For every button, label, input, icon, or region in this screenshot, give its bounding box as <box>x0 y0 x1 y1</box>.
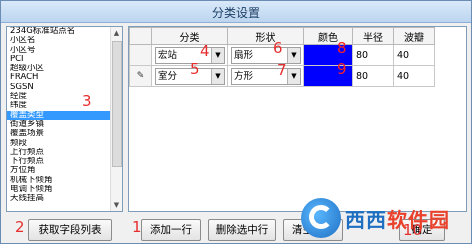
chevron-down-icon[interactable]: ▼ <box>287 47 300 63</box>
watermark-brand-a: 西西 <box>345 208 387 232</box>
list-item[interactable]: 纬度 <box>7 101 111 110</box>
annotation-marker: 7 <box>277 61 287 79</box>
chevron-down-icon[interactable]: ▼ <box>211 47 224 63</box>
list-item[interactable]: 上行频点 <box>7 148 111 157</box>
shape-value: 扇形 <box>234 49 254 61</box>
watermark-brand-b: 软件园 <box>387 208 450 232</box>
category-value: 宏站 <box>158 49 178 61</box>
list-item[interactable]: 机械下倾角 <box>7 176 111 185</box>
list-item[interactable]: 电调下倾角 <box>7 185 111 194</box>
chevron-down-icon[interactable]: ▼ <box>211 68 224 84</box>
annotation-marker: 3 <box>82 92 92 110</box>
shape-cell[interactable]: 方形 ▼ <box>227 65 304 87</box>
row-indicator-header <box>129 27 152 45</box>
scroll-down-icon[interactable]: ▼ <box>111 199 122 211</box>
shape-cell[interactable]: 扇形 ▼ <box>227 44 304 66</box>
list-item[interactable]: SGSN <box>7 83 111 92</box>
chevron-down-icon[interactable]: ▼ <box>287 68 300 84</box>
list-item[interactable]: FRACH <box>7 73 111 82</box>
shape-combo[interactable]: 方形 ▼ <box>231 67 301 85</box>
get-fields-button[interactable]: 获取字段列表 <box>28 219 112 241</box>
list-item[interactable]: 街道乡镇 <box>7 120 111 129</box>
row-indicator[interactable] <box>129 44 152 66</box>
shape-combo[interactable]: 扇形 ▼ <box>231 46 301 64</box>
title-bar: 分类设置 <box>1 1 471 23</box>
field-list[interactable]: 234G标准站点名 小区名 小区号 PCI 超级小区 FRACH SGSN 经度 纬度 覆盖类型街… <box>6 26 123 212</box>
annotation-marker: 6 <box>273 39 283 57</box>
list-item[interactable]: 小区号 <box>7 46 111 55</box>
column-header-radius[interactable]: 半径 <box>352 27 394 45</box>
list-item[interactable]: 方位角 <box>7 166 111 175</box>
radius-cell[interactable]: 80 <box>352 65 394 87</box>
annotation-marker: 4 <box>200 42 210 60</box>
shape-value: 方形 <box>234 70 254 82</box>
window-title: 分类设置 <box>211 6 260 20</box>
category-value: 室分 <box>158 70 178 82</box>
column-header-shape[interactable]: 形状 <box>227 27 304 45</box>
column-header-category[interactable]: 分类 <box>151 27 228 45</box>
annotation-marker: 9 <box>337 60 347 78</box>
lobe-cell[interactable]: 40 <box>393 44 435 66</box>
list-item[interactable]: 小区名 <box>7 36 111 45</box>
scroll-thumb[interactable] <box>112 41 122 167</box>
radius-cell[interactable]: 80 <box>352 44 394 66</box>
row-indicator[interactable]: ✎ <box>129 65 152 87</box>
list-item[interactable]: 覆盖场景 <box>7 129 111 138</box>
scroll-up-icon[interactable]: ▲ <box>111 27 122 39</box>
list-item[interactable]: 天线挂高 <box>7 194 111 203</box>
watermark-logo-icon <box>301 198 341 238</box>
annotation-marker: 2 <box>15 218 25 236</box>
watermark-text: 西西软件园 <box>345 204 450 233</box>
list-item[interactable]: 频段 <box>7 139 111 148</box>
list-item[interactable]: 234G标准站点名 <box>7 27 111 36</box>
category-grid[interactable]: 分类 形状 颜色 半径 波瓣 宏站 ▼ 扇形 ▼ 80 40 ✎ 室分 ▼ 方形… <box>128 26 467 212</box>
add-row-button[interactable]: 添加一行 <box>141 219 201 241</box>
lobe-cell[interactable]: 40 <box>393 65 435 87</box>
category-settings-window: 分类设置 234G标准站点名 小区名 小区号 PCI 超级小区 FRACH SGSN 经度 纬度… <box>0 0 472 244</box>
watermark: 西西软件园 <box>301 196 466 241</box>
field-list-scrollbar[interactable]: ▲ ▼ <box>110 27 122 211</box>
list-item[interactable]: 超级小区 <box>7 64 111 73</box>
list-item[interactable]: 覆盖类型 <box>7 110 111 120</box>
annotation-marker: 1 <box>132 218 142 236</box>
column-header-lobe[interactable]: 波瓣 <box>393 27 435 45</box>
list-item[interactable]: PCI <box>7 55 111 64</box>
field-list-items: 234G标准站点名 小区名 小区号 PCI 超级小区 FRACH SGSN 经度 纬度 覆盖类型街… <box>7 27 111 204</box>
list-item[interactable]: 下行频点 <box>7 157 111 166</box>
annotation-marker: 8 <box>337 39 347 57</box>
list-item[interactable]: 经度 <box>7 92 111 101</box>
annotation-marker: 5 <box>190 60 200 78</box>
delete-row-button[interactable]: 删除选中行 <box>208 219 276 241</box>
